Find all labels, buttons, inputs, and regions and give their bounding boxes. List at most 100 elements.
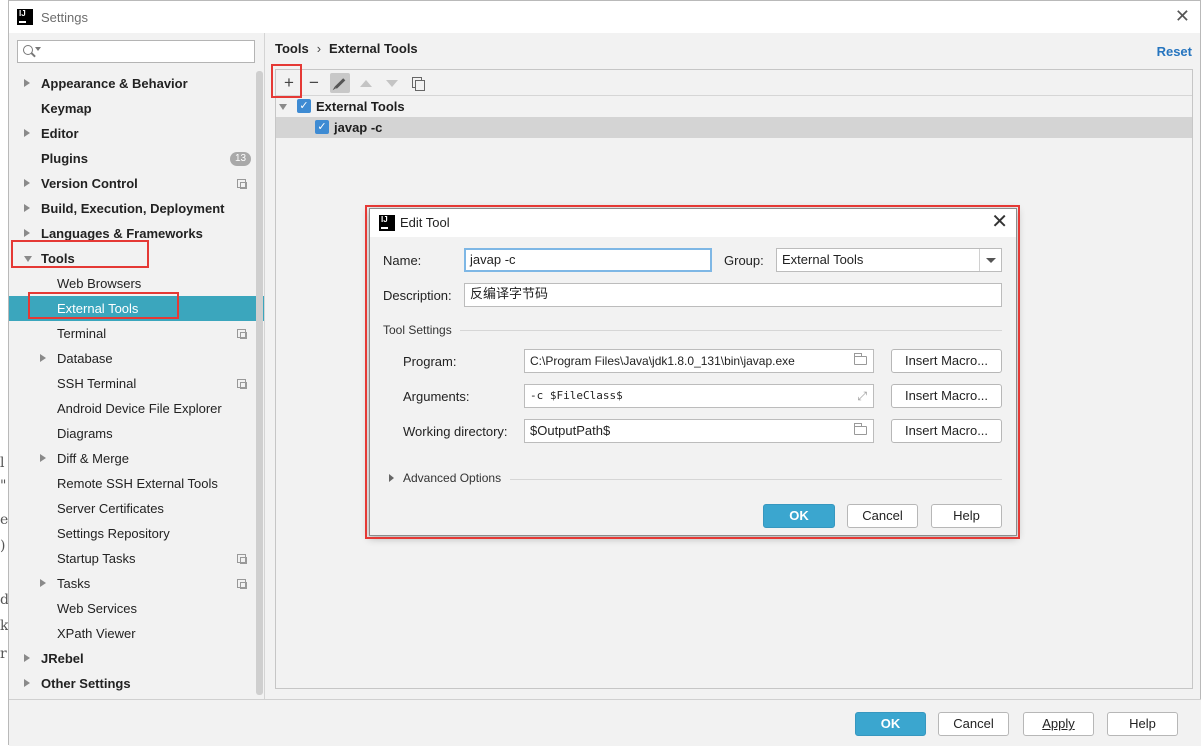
search-input[interactable] <box>17 40 255 63</box>
sidebar-item-diagrams[interactable]: Diagrams <box>9 421 264 446</box>
sidebar-item-android-device-file-explorer[interactable]: Android Device File Explorer <box>9 396 264 421</box>
name-field[interactable]: javap -c <box>464 248 712 272</box>
sidebar-item-settings-repository[interactable]: Settings Repository <box>9 521 264 546</box>
breadcrumb-parent: Tools <box>275 41 309 56</box>
arguments-value: -c $FileClass$ <box>530 389 623 402</box>
copy-button[interactable] <box>408 73 428 93</box>
sidebar-item-label: Terminal <box>57 326 107 341</box>
chevron-right-icon[interactable] <box>389 474 394 482</box>
name-label: Name: <box>383 253 422 268</box>
chevron-right-icon[interactable] <box>40 454 46 462</box>
tree-row-tool[interactable]: ✓ javap -c <box>276 117 1192 138</box>
edit-tool-dialog: IJ Edit Tool ✕ Name: javap -c Group: Ext… <box>369 208 1017 536</box>
settings-sidebar: Appearance & Behavior Keymap Editor Plugins… <box>9 33 264 699</box>
sidebar-item-tools[interactable]: Tools <box>9 246 264 271</box>
insert-macro-button-workdir[interactable]: Insert Macro... <box>891 419 1002 443</box>
program-field[interactable]: C:\Program Files\Java\jdk1.8.0_131\bin\j… <box>524 349 874 373</box>
chevron-right-icon[interactable] <box>24 654 30 662</box>
dialog-cancel-button[interactable]: Cancel <box>847 504 918 528</box>
intellij-logo-icon: IJ <box>17 9 33 25</box>
sidebar-divider[interactable] <box>264 33 265 699</box>
cancel-button[interactable]: Cancel <box>938 712 1009 736</box>
chevron-right-icon[interactable] <box>24 679 30 687</box>
sidebar-item-label: Web Services <box>57 601 137 616</box>
description-label: Description: <box>383 288 452 303</box>
folder-icon[interactable] <box>853 423 867 435</box>
ok-button[interactable]: OK <box>855 712 926 736</box>
title-bar: IJ Settings ✕ <box>9 1 1200 33</box>
add-button[interactable]: + <box>279 73 299 93</box>
chevron-down-icon[interactable] <box>279 104 287 110</box>
chevron-right-icon[interactable] <box>40 354 46 362</box>
sidebar-item-build-execution-deployment[interactable]: Build, Execution, Deployment <box>9 196 264 221</box>
sidebar-item-label: Database <box>57 351 113 366</box>
working-directory-field[interactable]: $OutputPath$ <box>524 419 874 443</box>
chevron-right-icon[interactable] <box>24 204 30 212</box>
sidebar-scrollbar[interactable] <box>256 71 263 695</box>
dialog-ok-button[interactable]: OK <box>763 504 835 528</box>
project-level-copy-icon <box>237 329 247 339</box>
sidebar-item-web-services[interactable]: Web Services <box>9 596 264 621</box>
dialog-help-button[interactable]: Help <box>931 504 1002 528</box>
description-field[interactable]: 反编译字节码 <box>464 283 1002 307</box>
chevron-down-icon[interactable] <box>979 249 1001 271</box>
sidebar-item-languages-frameworks[interactable]: Languages & Frameworks <box>9 221 264 246</box>
sidebar-item-jrebel[interactable]: JRebel <box>9 646 264 671</box>
tool-checkbox[interactable]: ✓ <box>315 120 329 134</box>
section-divider <box>460 330 1002 331</box>
sidebar-item-diff-merge[interactable]: Diff & Merge <box>9 446 264 471</box>
dialog-title-bar: IJ Edit Tool ✕ <box>370 209 1016 237</box>
sidebar-item-terminal[interactable]: Terminal <box>9 321 264 346</box>
project-level-copy-icon <box>237 579 247 589</box>
dialog-close-icon[interactable]: ✕ <box>991 212 1008 232</box>
expand-icon[interactable]: ⤢ <box>857 390 867 402</box>
sidebar-item-ssh-terminal[interactable]: SSH Terminal <box>9 371 264 396</box>
chevron-right-icon[interactable] <box>24 79 30 87</box>
insert-macro-button-arguments[interactable]: Insert Macro... <box>891 384 1002 408</box>
tree-row-group[interactable]: ✓ External Tools <box>276 96 1192 117</box>
search-history-dropdown-icon[interactable] <box>35 47 41 51</box>
chevron-right-icon[interactable] <box>40 579 46 587</box>
edit-button[interactable] <box>330 73 350 93</box>
sidebar-item-appearance-behavior[interactable]: Appearance & Behavior <box>9 71 264 96</box>
group-checkbox[interactable]: ✓ <box>297 99 311 113</box>
sidebar-item-label: Startup Tasks <box>57 551 136 566</box>
arguments-field[interactable]: -c $FileClass$ ⤢ <box>524 384 874 408</box>
breadcrumb-current: External Tools <box>329 41 418 56</box>
sidebar-item-xpath-viewer[interactable]: XPath Viewer <box>9 621 264 646</box>
insert-macro-button-program[interactable]: Insert Macro... <box>891 349 1002 373</box>
sidebar-item-tasks[interactable]: Tasks <box>9 571 264 596</box>
sidebar-item-plugins[interactable]: Plugins 13 <box>9 146 264 171</box>
arguments-label: Arguments: <box>403 389 470 404</box>
program-value: C:\Program Files\Java\jdk1.8.0_131\bin\j… <box>530 354 795 368</box>
sidebar-item-remote-ssh-external-tools[interactable]: Remote SSH External Tools <box>9 471 264 496</box>
chevron-right-icon[interactable] <box>24 229 30 237</box>
sidebar-item-label: External Tools <box>57 301 139 316</box>
chevron-down-icon[interactable] <box>24 256 32 262</box>
sidebar-item-other-settings[interactable]: Other Settings <box>9 671 264 696</box>
chevron-right-icon[interactable] <box>24 129 30 137</box>
settings-footer: OK Cancel Apply Help <box>9 699 1201 746</box>
folder-icon[interactable] <box>853 353 867 365</box>
sidebar-item-keymap[interactable]: Keymap <box>9 96 264 121</box>
help-button[interactable]: Help <box>1107 712 1178 736</box>
sidebar-item-external-tools[interactable]: External Tools <box>9 296 264 321</box>
arrow-down-icon <box>386 79 398 87</box>
group-select[interactable]: External Tools <box>776 248 1002 272</box>
sidebar-item-database[interactable]: Database <box>9 346 264 371</box>
sidebar-item-web-browsers[interactable]: Web Browsers <box>9 271 264 296</box>
sidebar-item-startup-tasks[interactable]: Startup Tasks <box>9 546 264 571</box>
apply-button[interactable]: Apply <box>1023 712 1094 736</box>
move-down-button[interactable] <box>382 73 402 93</box>
sidebar-item-editor[interactable]: Editor <box>9 121 264 146</box>
sidebar-item-label: Keymap <box>41 101 92 116</box>
search-icon <box>23 45 33 55</box>
remove-button[interactable]: − <box>304 73 324 93</box>
move-up-button[interactable] <box>356 73 376 93</box>
sidebar-item-version-control[interactable]: Version Control <box>9 171 264 196</box>
chevron-right-icon[interactable] <box>24 179 30 187</box>
advanced-options-toggle[interactable]: Advanced Options <box>403 471 501 485</box>
reset-link[interactable]: Reset <box>1157 44 1192 59</box>
close-icon[interactable]: ✕ <box>1175 7 1190 25</box>
sidebar-item-server-certificates[interactable]: Server Certificates <box>9 496 264 521</box>
